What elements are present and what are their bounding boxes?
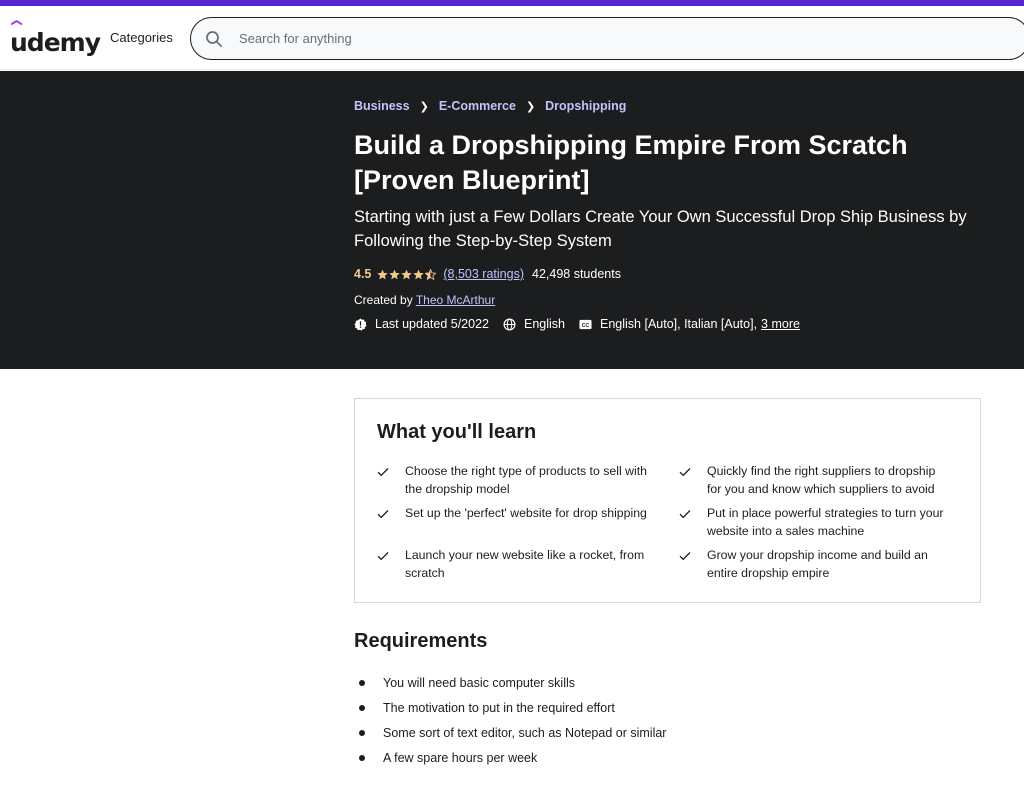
last-updated-text: Last updated 5/2022 [375,317,489,331]
last-updated: Last updated 5/2022 [354,317,489,331]
course-captions: CC English [Auto], Italian [Auto], 3 mor… [579,317,800,331]
globe-icon [503,318,516,330]
star-icon [389,268,401,279]
created-by: Created by Theo McArthur [354,293,495,307]
course-title: Build a Dropshipping Empire From Scratch… [354,130,908,195]
search-input[interactable] [239,31,839,46]
learn-item-text: Launch your new website like a rocket, f… [405,548,645,580]
bullet-icon [359,755,365,761]
breadcrumb: Business ❯ E-Commerce ❯ Dropshipping [354,99,626,113]
site-header: udemy Categories [0,6,1024,70]
check-icon [377,552,389,561]
learn-item: Set up the 'perfect' website for drop sh… [377,505,647,523]
chevron-right-icon: ❯ [525,100,536,113]
closed-captions-icon: CC [579,319,592,329]
requirement-text: The motivation to put in the required ef… [383,701,615,715]
more-captions-link[interactable]: 3 more [761,317,800,331]
learn-item-text: Quickly find the right suppliers to drop… [707,464,936,496]
requirement-item: A few spare hours per week [354,750,666,775]
learn-item-text: Choose the right type of products to sel… [405,464,647,496]
course-language: English [503,317,565,331]
check-icon [377,510,389,519]
star-rating [377,268,437,280]
learn-item: Quickly find the right suppliers to drop… [679,463,949,498]
breadcrumb-business[interactable]: Business [354,99,410,113]
what-you-learn-box: What you'll learn Choose the right type … [354,398,981,603]
students-count: 42,498 students [532,267,621,281]
course-meta: Last updated 5/2022 English CC English [… [354,317,814,331]
bullet-icon [359,730,365,736]
requirement-text: You will need basic computer skills [383,676,575,690]
bullet-icon [359,705,365,711]
breadcrumb-ecommerce[interactable]: E-Commerce [439,99,516,113]
learn-item: Grow your dropship income and build an e… [679,547,949,582]
course-hero: Business ❯ E-Commerce ❯ Dropshipping Bui… [0,71,1024,369]
star-icon [401,268,413,279]
requirement-item: Some sort of text editor, such as Notepa… [354,725,666,750]
check-icon [679,510,691,519]
star-icon [413,268,425,279]
requirements-list: You will need basic computer skills The … [354,675,666,775]
search-icon[interactable] [205,30,223,48]
half-star-icon [425,268,437,280]
learn-item-text: Put in place powerful strategies to turn… [707,506,944,538]
svg-text:CC: CC [582,322,590,328]
rating-row: 4.5 (8,503 ratings) 42,498 students [354,267,621,281]
categories-menu[interactable]: Categories [110,30,173,45]
logo-cap-icon [11,20,22,26]
learn-item: Launch your new website like a rocket, f… [377,547,647,582]
requirements-heading: Requirements [354,630,488,652]
check-icon [679,468,691,477]
requirement-text: Some sort of text editor, such as Notepa… [383,726,667,740]
check-icon [679,552,691,561]
learn-item: Choose the right type of products to sel… [377,463,647,498]
learn-item-text: Grow your dropship income and build an e… [707,548,928,580]
search-bar[interactable] [190,17,1024,60]
chevron-right-icon: ❯ [419,100,429,113]
alert-badge-icon [354,317,367,331]
instructor-link[interactable]: Theo McArthur [416,293,495,307]
course-subtitle: Starting with just a Few Dollars Create … [354,208,967,250]
language-text: English [524,317,565,331]
requirement-item: You will need basic computer skills [354,675,666,700]
star-icon [377,268,389,279]
captions-text: English [Auto], Italian [Auto], [600,317,758,331]
breadcrumb-dropshipping[interactable]: Dropshipping [545,99,626,113]
what-you-learn-heading: What you'll learn [377,421,537,443]
udemy-logo[interactable]: udemy [10,20,101,57]
requirement-text: A few spare hours per week [383,751,538,765]
requirement-item: The motivation to put in the required ef… [354,700,666,725]
ratings-count-link[interactable]: (8,503 ratings) [443,267,524,281]
logo-text: udemy [10,28,101,57]
learn-item-text: Set up the 'perfect' website for drop sh… [405,506,647,520]
bullet-icon [359,680,365,686]
created-by-label: Created by [354,293,413,307]
rating-score: 4.5 [354,267,372,281]
learn-item: Put in place powerful strategies to turn… [679,505,949,540]
check-icon [377,468,389,477]
